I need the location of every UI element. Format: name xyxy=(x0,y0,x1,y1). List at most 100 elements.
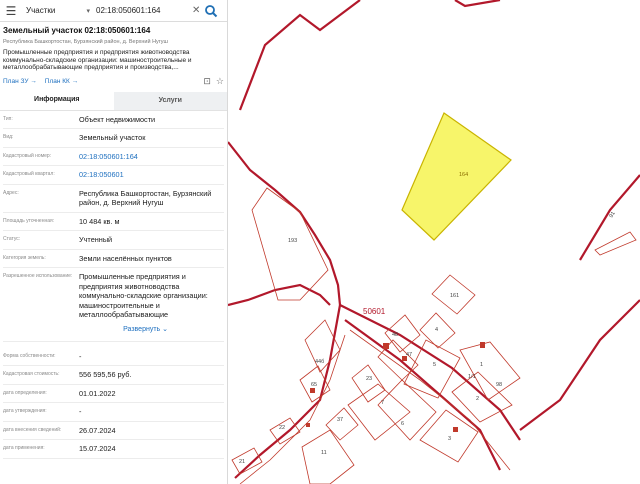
building-marker xyxy=(480,342,485,348)
attr-label: Кадастровая стоимость: xyxy=(3,371,60,377)
parcel-label: 11 xyxy=(321,450,327,456)
attr-label: Кадастровый квартал: xyxy=(3,171,55,177)
expand-button[interactable]: Развернуть ⌄ xyxy=(3,324,224,342)
parcel-outline[interactable] xyxy=(251,187,329,301)
cadastral-number-link[interactable]: 02:18:050601:164 xyxy=(79,152,138,162)
attr-label: Кадастровый номер: xyxy=(3,152,52,159)
attr-label: Форма собственности: xyxy=(3,352,56,359)
attr-label: дата внесения сведений: xyxy=(3,426,62,433)
quarter-boundary-line xyxy=(519,299,640,431)
attribute-list: Тип: Объект недвижимости Вид: Земельный … xyxy=(0,111,227,459)
parcel-outline[interactable] xyxy=(351,364,386,403)
attr-label: Статус: xyxy=(3,236,21,242)
attr-value: Учтенный xyxy=(79,235,113,244)
attr-row-kind: Вид: Земельный участок xyxy=(3,129,224,148)
quarter-boundary-line xyxy=(454,0,501,8)
road-strip xyxy=(594,231,637,256)
map-canvas[interactable]: 164 193 161 48 4 47 5 1 2 3 6 7 23 37 11… xyxy=(228,0,640,484)
parcel-outline[interactable] xyxy=(384,314,421,353)
close-icon[interactable]: ✕ xyxy=(192,5,200,17)
attr-value: Земли населённых пунктов xyxy=(79,253,172,263)
search-icon[interactable] xyxy=(204,4,218,18)
plan-kk-link[interactable]: План КК → xyxy=(45,78,78,85)
attr-label: дата утверждения: xyxy=(3,408,47,414)
measure-icon[interactable]: ⊡ xyxy=(203,76,211,87)
attr-label: дата определения: xyxy=(3,389,47,396)
parcel-label: 65 xyxy=(311,382,317,388)
attr-row-date-entered: дата внесения сведений: 26.07.2024 xyxy=(3,422,224,440)
road-edge xyxy=(239,334,346,484)
attr-row-date-approved: дата утверждения: - xyxy=(3,403,224,422)
star-icon[interactable]: ☆ xyxy=(216,76,224,87)
selected-parcel[interactable] xyxy=(401,112,512,241)
attr-value: - xyxy=(79,407,82,416)
parcel-outline[interactable] xyxy=(269,417,301,445)
road-edge xyxy=(349,329,511,471)
parcel-label: 21 xyxy=(239,459,245,465)
attr-value: 15.07.2024 xyxy=(79,444,116,453)
search-input[interactable] xyxy=(96,6,196,15)
selected-parcel-label: 164 xyxy=(459,172,468,178)
parcel-label: 47 xyxy=(406,352,412,358)
attr-value: Земельный участок xyxy=(79,133,146,142)
attr-label: Вид: xyxy=(3,134,14,140)
page-title: Земельный участок 02:18:050601:164 xyxy=(3,26,151,35)
quarter-boundary-line xyxy=(238,0,361,111)
cadastral-quarter-link[interactable]: 02:18:050601 xyxy=(79,170,124,180)
plan-links: План ЗУ → План КК → ⊡ ☆ xyxy=(0,72,227,88)
attr-row-status: Статус: Учтенный xyxy=(3,231,224,250)
attr-value: Республика Башкортостан, Бурзянский райо… xyxy=(79,188,212,208)
parcel-label: 48 xyxy=(392,332,398,338)
attr-row-date-applied: дата применения: 15.07.2024 xyxy=(3,440,224,459)
parcel-outline[interactable] xyxy=(347,383,411,441)
parcel-header: Земельный участок 02:18:050601:164 Респу… xyxy=(0,22,227,72)
attr-row-land-category: Категория земель: Земли населённых пункт… xyxy=(3,250,224,268)
parcel-label: 98 xyxy=(496,382,502,388)
parcel-label: 161 xyxy=(450,293,459,299)
parcel-label: 1/1 xyxy=(468,374,476,380)
parcel-outline[interactable] xyxy=(301,429,355,484)
parcel-label: 2 xyxy=(476,396,479,402)
tab-info[interactable]: Информация xyxy=(0,91,114,110)
parcel-label: 1 xyxy=(480,362,483,368)
quarter-boundary-line xyxy=(228,141,342,306)
parcel-label: 22 xyxy=(279,425,285,431)
parcel-label: 37 xyxy=(337,417,343,423)
parcel-outline[interactable] xyxy=(325,407,359,441)
tab-services[interactable]: Услуги xyxy=(113,91,227,110)
parcel-label: 44б xyxy=(315,359,324,365)
parcel-label: 7 xyxy=(381,400,384,406)
cadastral-map[interactable]: 164 193 161 48 4 47 5 1 2 3 6 7 23 37 11… xyxy=(228,0,640,484)
category-select-label: Участки xyxy=(26,6,56,15)
attr-row-address: Адрес: Республика Башкортостан, Бурзянск… xyxy=(3,185,224,213)
parcel-label: 23 xyxy=(366,376,372,382)
attr-row-cadastral-number: Кадастровый номер: 02:18:050601:164 xyxy=(3,148,224,166)
quarter-label: 50601 xyxy=(363,307,386,316)
attr-label: Категория земель: xyxy=(3,254,46,261)
parcel-label: 193 xyxy=(288,238,297,244)
attr-row-area: Площадь уточненная: 10 484 кв. м xyxy=(3,213,224,231)
building-marker xyxy=(306,423,310,427)
attr-value: 556 595,56 руб. xyxy=(79,370,132,379)
parcel-use-summary: Промышленные предприятия и предприятия ж… xyxy=(3,49,192,71)
attr-row-ownership: Форма собственности: - xyxy=(3,348,224,366)
building-marker xyxy=(383,343,389,349)
attr-row-date-determined: дата определения: 01.01.2022 xyxy=(3,385,224,403)
attr-value: - xyxy=(79,351,82,361)
parcel-label: 91 xyxy=(609,211,617,219)
attr-label: Тип: xyxy=(3,115,13,122)
menu-icon[interactable]: ☰ xyxy=(0,0,22,22)
plan-zu-link[interactable]: План ЗУ → xyxy=(3,78,37,85)
attr-label: Разрешенное использование: xyxy=(3,273,73,279)
category-select[interactable]: Участки ▾ xyxy=(22,6,96,15)
attr-value: 10 484 кв. м xyxy=(79,216,120,226)
attr-value: Промышленные предприятия и предприятия ж… xyxy=(79,272,208,319)
attr-row-cadastral-cost: Кадастровая стоимость: 556 595,56 руб. xyxy=(3,366,224,385)
parcel-outlines xyxy=(231,187,521,484)
building-marker xyxy=(453,427,458,432)
attr-row-cadastral-quarter: Кадастровый квартал: 02:18:050601 xyxy=(3,166,224,185)
parcel-outline[interactable] xyxy=(459,341,521,401)
parcel-label: 4 xyxy=(435,327,438,333)
attr-row-type: Тип: Объект недвижимости xyxy=(3,111,224,129)
quarter-boundary-line xyxy=(344,319,501,471)
